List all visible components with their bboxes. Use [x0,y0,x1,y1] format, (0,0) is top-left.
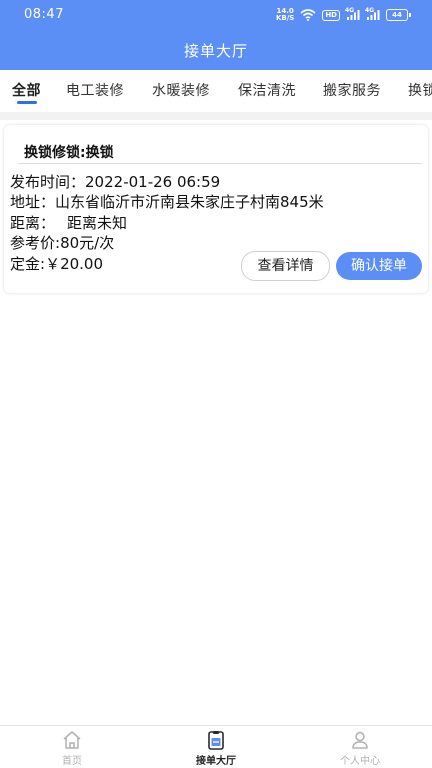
wifi-icon [300,6,316,25]
tab-all[interactable]: 全部 [12,80,41,100]
battery-icon: 44 [386,9,411,21]
order-card-header: 换锁修锁:换锁 [18,141,422,164]
address-label: 地址： [10,193,56,211]
nav-label-home: 首页 [62,756,82,767]
publish-time-label: 发布时间： [10,173,86,191]
publish-time-value: 2022-01-26 06:59 [85,173,221,191]
signal-icon: 4G [365,7,380,21]
tab-moving[interactable]: 搬家服务 [323,80,381,100]
status-time: 08:47 [24,7,64,22]
confirm-accept-button[interactable]: 确认接单 [336,252,422,280]
tab-electrician[interactable]: 电工装修 [66,80,124,100]
tab-lock-change[interactable]: 换锁 [408,80,432,100]
reference-price-value: 80元/次 [60,234,115,252]
address-row: 地址：山东省临沂市沂南县朱家庄子村南845米 [10,191,324,212]
app-header: 08:47 14.0 KB/S HD 4G 4G 44 接单大厅 [0,0,432,70]
network-speed: 14.0 KB/S [275,7,295,22]
hd-icon: HD [322,9,340,21]
status-icons: 14.0 KB/S HD 4G 4G 44 [275,6,411,25]
deposit-label: 定金: [10,255,46,273]
distance-value: 距离未知 [67,214,128,232]
distance-label: 距离： [10,214,56,232]
tab-divider [0,112,432,120]
deposit-value: ￥20.00 [45,255,104,273]
nav-item-home[interactable]: 首页 [32,730,112,767]
person-icon [320,730,400,750]
view-details-button[interactable]: 查看详情 [241,251,330,281]
bottom-nav: 首页 接单大厅 个人中心 [0,725,432,768]
distance-row: 距离： 距离未知 [10,212,127,233]
deposit-row: 定金:￥20.00 [10,253,103,274]
nav-item-order-hall[interactable]: 接单大厅 [176,730,256,767]
address-value: 山东省临沂市沂南县朱家庄子村南845米 [55,193,324,211]
order-hall-screen: 08:47 14.0 KB/S HD 4G 4G 44 接单大厅 全部 电工装修… [0,0,432,768]
order-card[interactable]: 换锁修锁:换锁 发布时间：2022-01-26 06:59 地址：山东省临沂市沂… [4,125,428,293]
status-bar: 08:47 14.0 KB/S HD 4G 4G 44 [0,0,432,30]
nav-label-order-hall: 接单大厅 [196,756,236,767]
publish-time-row: 发布时间：2022-01-26 06:59 [10,171,220,192]
order-hall-icon [176,730,256,750]
category-tabs: 全部 电工装修 水暖装修 保洁清洗 搬家服务 换锁 [0,70,432,112]
nav-item-profile[interactable]: 个人中心 [320,730,400,767]
tab-plumbing[interactable]: 水暖装修 [152,80,210,100]
home-icon [32,730,112,750]
active-tab-indicator [17,101,37,104]
order-title: 换锁修锁:换锁 [24,145,114,161]
reference-price-row: 参考价:80元/次 [10,232,114,253]
reference-price-label: 参考价: [10,234,61,252]
page-title: 接单大厅 [183,42,248,60]
tab-cleaning[interactable]: 保洁清洗 [238,80,296,100]
nav-label-profile: 个人中心 [340,756,380,767]
signal-icon: 4G [345,7,360,21]
